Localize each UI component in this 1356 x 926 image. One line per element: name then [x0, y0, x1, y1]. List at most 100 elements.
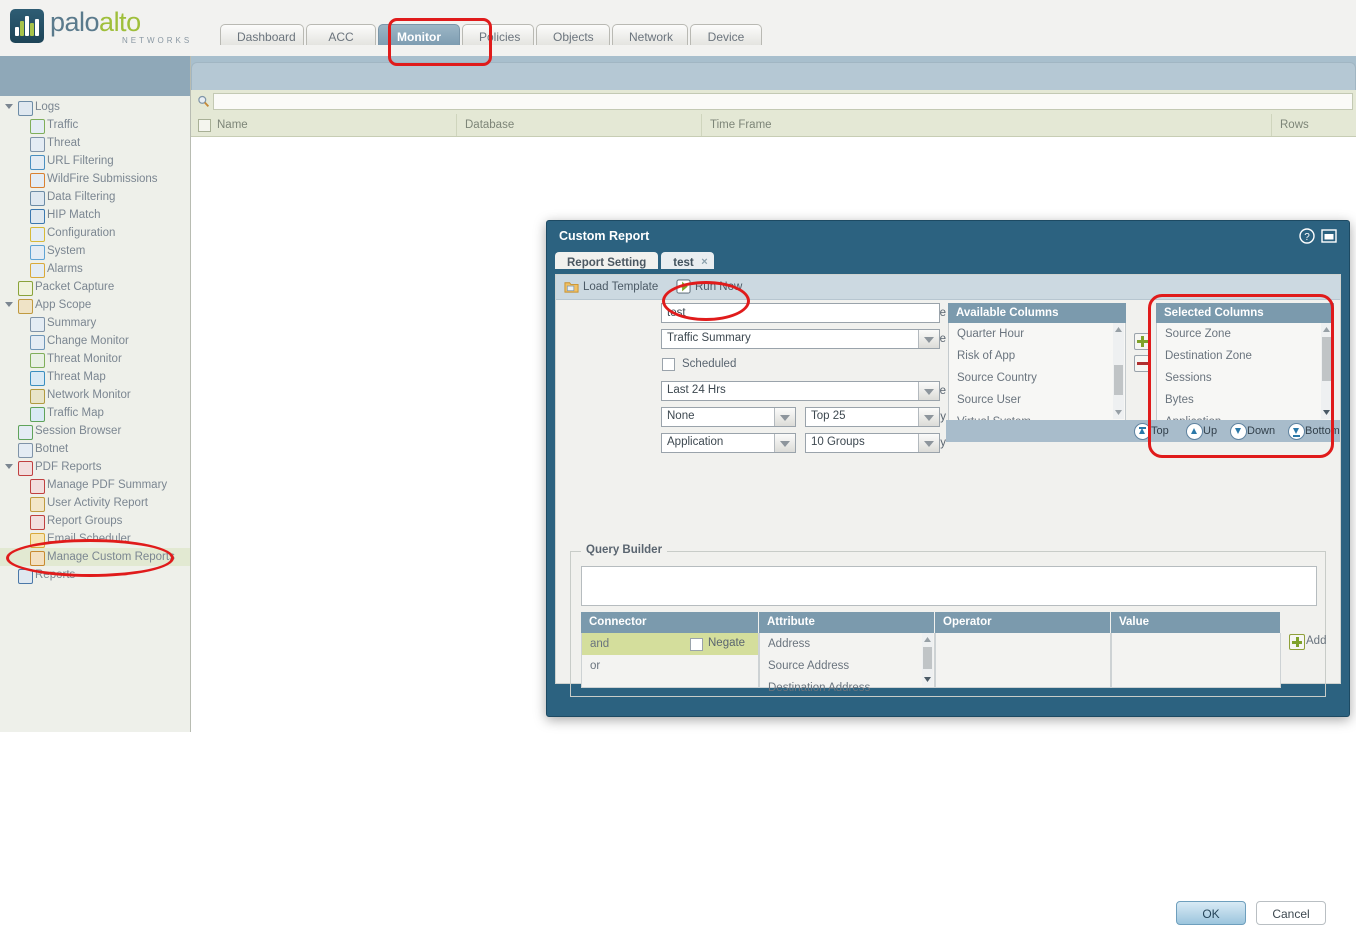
sidebar-item-traffic-map[interactable]: Traffic Map [0, 404, 190, 422]
dialog-tab-test[interactable]: test × [661, 252, 714, 269]
attribute-item[interactable]: Source Address [760, 655, 934, 677]
help-icon[interactable]: ? [1299, 228, 1315, 244]
sort-by-select[interactable]: None [661, 407, 796, 427]
sidebar-item-network-monitor[interactable]: Network Monitor [0, 386, 190, 404]
column-header-name[interactable]: Name [191, 114, 456, 136]
sidebar-item-threat[interactable]: Threat [0, 134, 190, 152]
sidebar-item-label: App Scope [35, 299, 92, 311]
sidebar-item-url-filtering[interactable]: URL Filtering [0, 152, 190, 170]
sidebar-item-threat-monitor[interactable]: Threat Monitor [0, 350, 190, 368]
column-list-item[interactable]: Source User [949, 389, 1125, 411]
scrollbar-thumb[interactable] [923, 647, 932, 669]
group-by-count-select[interactable]: 10 Groups [805, 433, 940, 453]
connector-or[interactable]: or [582, 655, 758, 677]
tab-policies[interactable]: Policies [462, 24, 534, 45]
tab-acc[interactable]: ACC [306, 24, 376, 45]
scroll-up-icon[interactable] [1113, 324, 1124, 335]
scheduled-checkbox[interactable] [662, 358, 675, 371]
column-list-item[interactable]: Quarter Hour [949, 323, 1125, 345]
attribute-item[interactable]: Address [760, 633, 934, 655]
sort-by-count-select[interactable]: Top 25 [805, 407, 940, 427]
sidebar-item-packet-capture[interactable]: Packet Capture [0, 278, 190, 296]
attribute-item[interactable]: Destination Address [760, 677, 934, 699]
column-header-rows[interactable]: Rows [1271, 114, 1356, 136]
negate-checkbox[interactable] [690, 638, 703, 651]
sidebar-item-label: Session Browser [35, 425, 122, 437]
dialog-body: Load Template Run Now Name Database Traf… [555, 274, 1341, 697]
form-row-scheduled: Scheduled [556, 355, 946, 381]
sidebar-item-hip-match[interactable]: HIP Match [0, 206, 190, 224]
database-select[interactable]: Traffic Summary [661, 329, 940, 349]
column-header-database[interactable]: Database [456, 114, 701, 136]
attribute-scrollbar[interactable] [922, 633, 933, 686]
sidebar-item-app-scope[interactable]: App Scope [0, 296, 190, 314]
sidebar-item-label: Data Filtering [47, 191, 116, 203]
scrollbar-thumb[interactable] [1322, 337, 1331, 381]
column-list-item[interactable]: Bytes [1157, 389, 1333, 411]
column-list-item[interactable]: Source Country [949, 367, 1125, 389]
move-top-icon [1134, 423, 1151, 440]
sidebar-item-manage-custom-reports[interactable]: Manage Custom Reports [0, 548, 190, 566]
cancel-button[interactable]: Cancel [1256, 901, 1326, 925]
report-groups-icon [30, 515, 45, 530]
available-columns-list[interactable]: Quarter Hour Risk of App Source Country Sou… [948, 323, 1126, 421]
move-button-label: Top [1151, 425, 1169, 437]
scroll-up-icon[interactable] [922, 634, 933, 645]
group-by-select[interactable]: Application [661, 433, 796, 453]
sidebar-item-user-activity-report[interactable]: User Activity Report [0, 494, 190, 512]
sidebar-item-email-scheduler[interactable]: Email Scheduler [0, 530, 190, 548]
column-list-item[interactable]: Destination Zone [1157, 345, 1333, 367]
restore-icon[interactable] [1321, 228, 1337, 244]
sidebar-item-threat-map[interactable]: Threat Map [0, 368, 190, 386]
add-column-button[interactable] [1134, 333, 1151, 350]
scroll-down-icon[interactable] [1113, 407, 1124, 418]
sidebar-item-label: HIP Match [47, 209, 101, 221]
search-input[interactable] [213, 93, 1353, 110]
column-list-item[interactable]: Sessions [1157, 367, 1333, 389]
scrollbar-thumb[interactable] [1114, 365, 1123, 395]
name-input[interactable] [661, 303, 940, 323]
tab-dashboard[interactable]: Dashboard [220, 24, 304, 45]
twisty-open-icon[interactable] [5, 104, 13, 113]
dialog-tab-report-setting[interactable]: Report Setting [555, 252, 659, 269]
column-list-item[interactable]: Risk of App [949, 345, 1125, 367]
scroll-down-icon[interactable] [1321, 407, 1332, 418]
time-frame-select[interactable]: Last 24 Hrs [661, 381, 940, 401]
sidebar-item-alarms[interactable]: Alarms [0, 260, 190, 278]
column-list-item[interactable]: Source Zone [1157, 323, 1333, 345]
ok-button[interactable]: OK [1176, 901, 1246, 925]
url-filtering-icon [30, 155, 45, 170]
query-text-area[interactable] [581, 566, 1317, 606]
sidebar-item-data-filtering[interactable]: Data Filtering [0, 188, 190, 206]
sidebar-item-summary[interactable]: Summary [0, 314, 190, 332]
sidebar-item-report-groups[interactable]: Report Groups [0, 512, 190, 530]
available-columns-scrollbar[interactable] [1113, 323, 1124, 419]
sidebar-item-session-browser[interactable]: Session Browser [0, 422, 190, 440]
tab-objects[interactable]: Objects [536, 24, 610, 45]
selected-columns-list[interactable]: Source Zone Destination Zone Sessions Bytes… [1156, 323, 1334, 421]
remove-column-button[interactable] [1134, 355, 1151, 372]
operator-cell[interactable] [935, 633, 1111, 688]
sidebar-item-reports[interactable]: Reports [0, 566, 190, 584]
tab-network[interactable]: Network [612, 24, 688, 45]
twisty-open-icon[interactable] [5, 302, 13, 311]
selected-columns-scrollbar[interactable] [1321, 323, 1332, 419]
tab-monitor[interactable]: Monitor [378, 24, 460, 45]
sidebar-item-manage-pdf-summary[interactable]: Manage PDF Summary [0, 476, 190, 494]
sidebar-item-system[interactable]: System [0, 242, 190, 260]
column-header-time-frame[interactable]: Time Frame [701, 114, 1271, 136]
twisty-open-icon[interactable] [5, 464, 13, 473]
sidebar-item-pdf-reports[interactable]: PDF Reports [0, 458, 190, 476]
sidebar-item-logs[interactable]: Logs [0, 98, 190, 116]
scroll-down-icon[interactable] [922, 674, 933, 685]
tab-device[interactable]: Device [690, 24, 762, 45]
sidebar-item-botnet[interactable]: Botnet [0, 440, 190, 458]
sidebar-item-change-monitor[interactable]: Change Monitor [0, 332, 190, 350]
sidebar-item-wildfire-submissions[interactable]: WildFire Submissions [0, 170, 190, 188]
scroll-up-icon[interactable] [1321, 324, 1332, 335]
close-icon[interactable]: × [701, 256, 707, 268]
sidebar-item-configuration[interactable]: Configuration [0, 224, 190, 242]
sidebar-item-traffic[interactable]: Traffic [0, 116, 190, 134]
value-cell[interactable] [1111, 633, 1281, 688]
sidebar-item-label: Network Monitor [47, 389, 131, 401]
